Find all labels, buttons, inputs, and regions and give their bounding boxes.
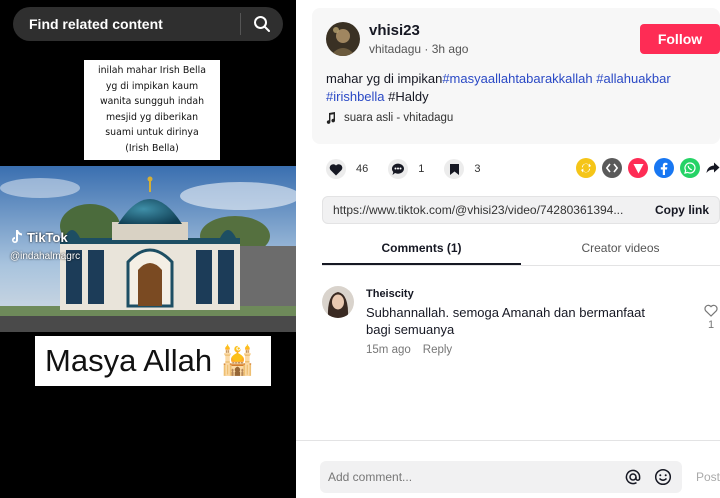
caption-line: suami untuk dirinya [105, 127, 199, 139]
post-comment-button[interactable]: Post [696, 470, 720, 484]
video-link-bar: https://www.tiktok.com/@vhisi23/video/74… [322, 196, 720, 224]
sound-name: suara asli - vhitadagu [344, 112, 454, 124]
embed-icon[interactable] [602, 158, 622, 178]
search-button[interactable] [241, 7, 283, 41]
tiktok-watermark-brand: TikTok [27, 229, 68, 245]
heart-icon [326, 159, 346, 179]
heart-outline-icon [704, 304, 718, 317]
post-desc-text: mahar yg di impikan [326, 71, 443, 86]
follow-button[interactable]: Follow [640, 24, 720, 54]
search-icon [254, 16, 270, 32]
comment-bubble-icon [388, 159, 409, 179]
mosque-video-frame [0, 166, 296, 332]
tiktok-logo-icon [12, 230, 22, 243]
comment-like-button[interactable]: 1 [704, 304, 718, 331]
video-url: https://www.tiktok.com/@vhisi23/video/74… [333, 203, 624, 217]
whatsapp-icon[interactable] [680, 158, 700, 178]
like-count: 46 [356, 163, 369, 175]
hashtag-link[interactable]: #allahuakbar [596, 71, 670, 86]
emoji-icon[interactable] [652, 466, 674, 488]
repost-icon[interactable] [576, 158, 596, 178]
share-icons [576, 158, 720, 178]
tab-comments[interactable]: Comments (1) [322, 232, 521, 265]
bookmark-icon [444, 159, 465, 179]
commenter-name[interactable]: Theiscity [366, 288, 414, 300]
author-avatar[interactable] [326, 22, 360, 56]
comment-time: 15m ago [366, 344, 411, 356]
share-arrow-icon[interactable] [706, 158, 720, 178]
post-info-card: vhisi23 vhitadagu · 3h ago Follow mahar … [312, 8, 720, 144]
commenter-avatar[interactable] [322, 286, 354, 318]
tiktok-watermark: TikTok [10, 229, 68, 245]
like-action[interactable]: 46 [326, 159, 368, 179]
caption-line: (Irish Bella) [125, 142, 179, 154]
post-desc-tail: #Haldy [388, 89, 429, 104]
comment-input-wrap [320, 461, 682, 493]
comment-tabs: Comments (1) Creator videos [322, 232, 720, 266]
author-name[interactable]: vhisi23 [369, 22, 420, 39]
save-action[interactable]: 3 [444, 159, 481, 179]
related-search-bar [13, 7, 283, 41]
author-meta: vhitadagu · 3h ago [369, 42, 469, 56]
commenter-avatar-image [322, 286, 354, 318]
facebook-icon[interactable] [654, 158, 674, 178]
related-search-input[interactable] [13, 16, 240, 32]
copy-link-button[interactable]: Copy link [645, 203, 719, 217]
comment-composer: Post [296, 440, 720, 498]
tiktok-watermark-user: @indahalmagrc [10, 251, 81, 262]
sound-link[interactable]: suara asli - vhitadagu [326, 112, 453, 124]
post-description: mahar yg di impikan#masyaallahtabarakkal… [326, 70, 716, 106]
video-overlay-title: Masya Allah 🕌 [35, 336, 271, 386]
caption-line: yg di impikan kaum [105, 80, 199, 92]
mosque-emoji-icon: 🕌 [220, 345, 256, 376]
comment-count: 1 [418, 163, 425, 175]
details-panel: vhisi23 vhitadagu · 3h ago Follow mahar … [296, 0, 720, 498]
caption-line: inilah mahar Irish Bella [97, 65, 206, 76]
engagement-bar: 46 1 3 [326, 158, 720, 180]
caption-line: wanita sungguh indah [99, 96, 205, 108]
tab-creator-videos[interactable]: Creator videos [521, 232, 720, 265]
caption-line: mesjid yg diberikan [105, 111, 199, 123]
send-to-friends-icon[interactable] [628, 158, 648, 178]
save-count: 3 [474, 163, 481, 175]
avatar-image [326, 22, 360, 56]
comment-meta: 15m ago Reply [366, 344, 452, 356]
music-note-icon [326, 112, 336, 124]
overlay-title-text: Masya Allah [45, 343, 213, 378]
comment-input[interactable] [320, 470, 622, 484]
mention-icon[interactable] [622, 466, 644, 488]
hashtag-link[interactable]: #masyaallahtabarakkallah [442, 71, 592, 86]
reply-button[interactable]: Reply [423, 344, 452, 356]
video-panel[interactable]: inilah mahar Irish Bella yg di impikan k… [0, 0, 296, 498]
comment-text: Subhannallah. semoga Amanah dan bermanfa… [366, 305, 645, 337]
video-caption-box: inilah mahar Irish Bella yg di impikan k… [84, 60, 220, 160]
comment-like-count: 1 [707, 319, 715, 331]
comment-action[interactable]: 1 [388, 159, 424, 179]
hashtag-link[interactable]: #irishbella [326, 89, 385, 104]
